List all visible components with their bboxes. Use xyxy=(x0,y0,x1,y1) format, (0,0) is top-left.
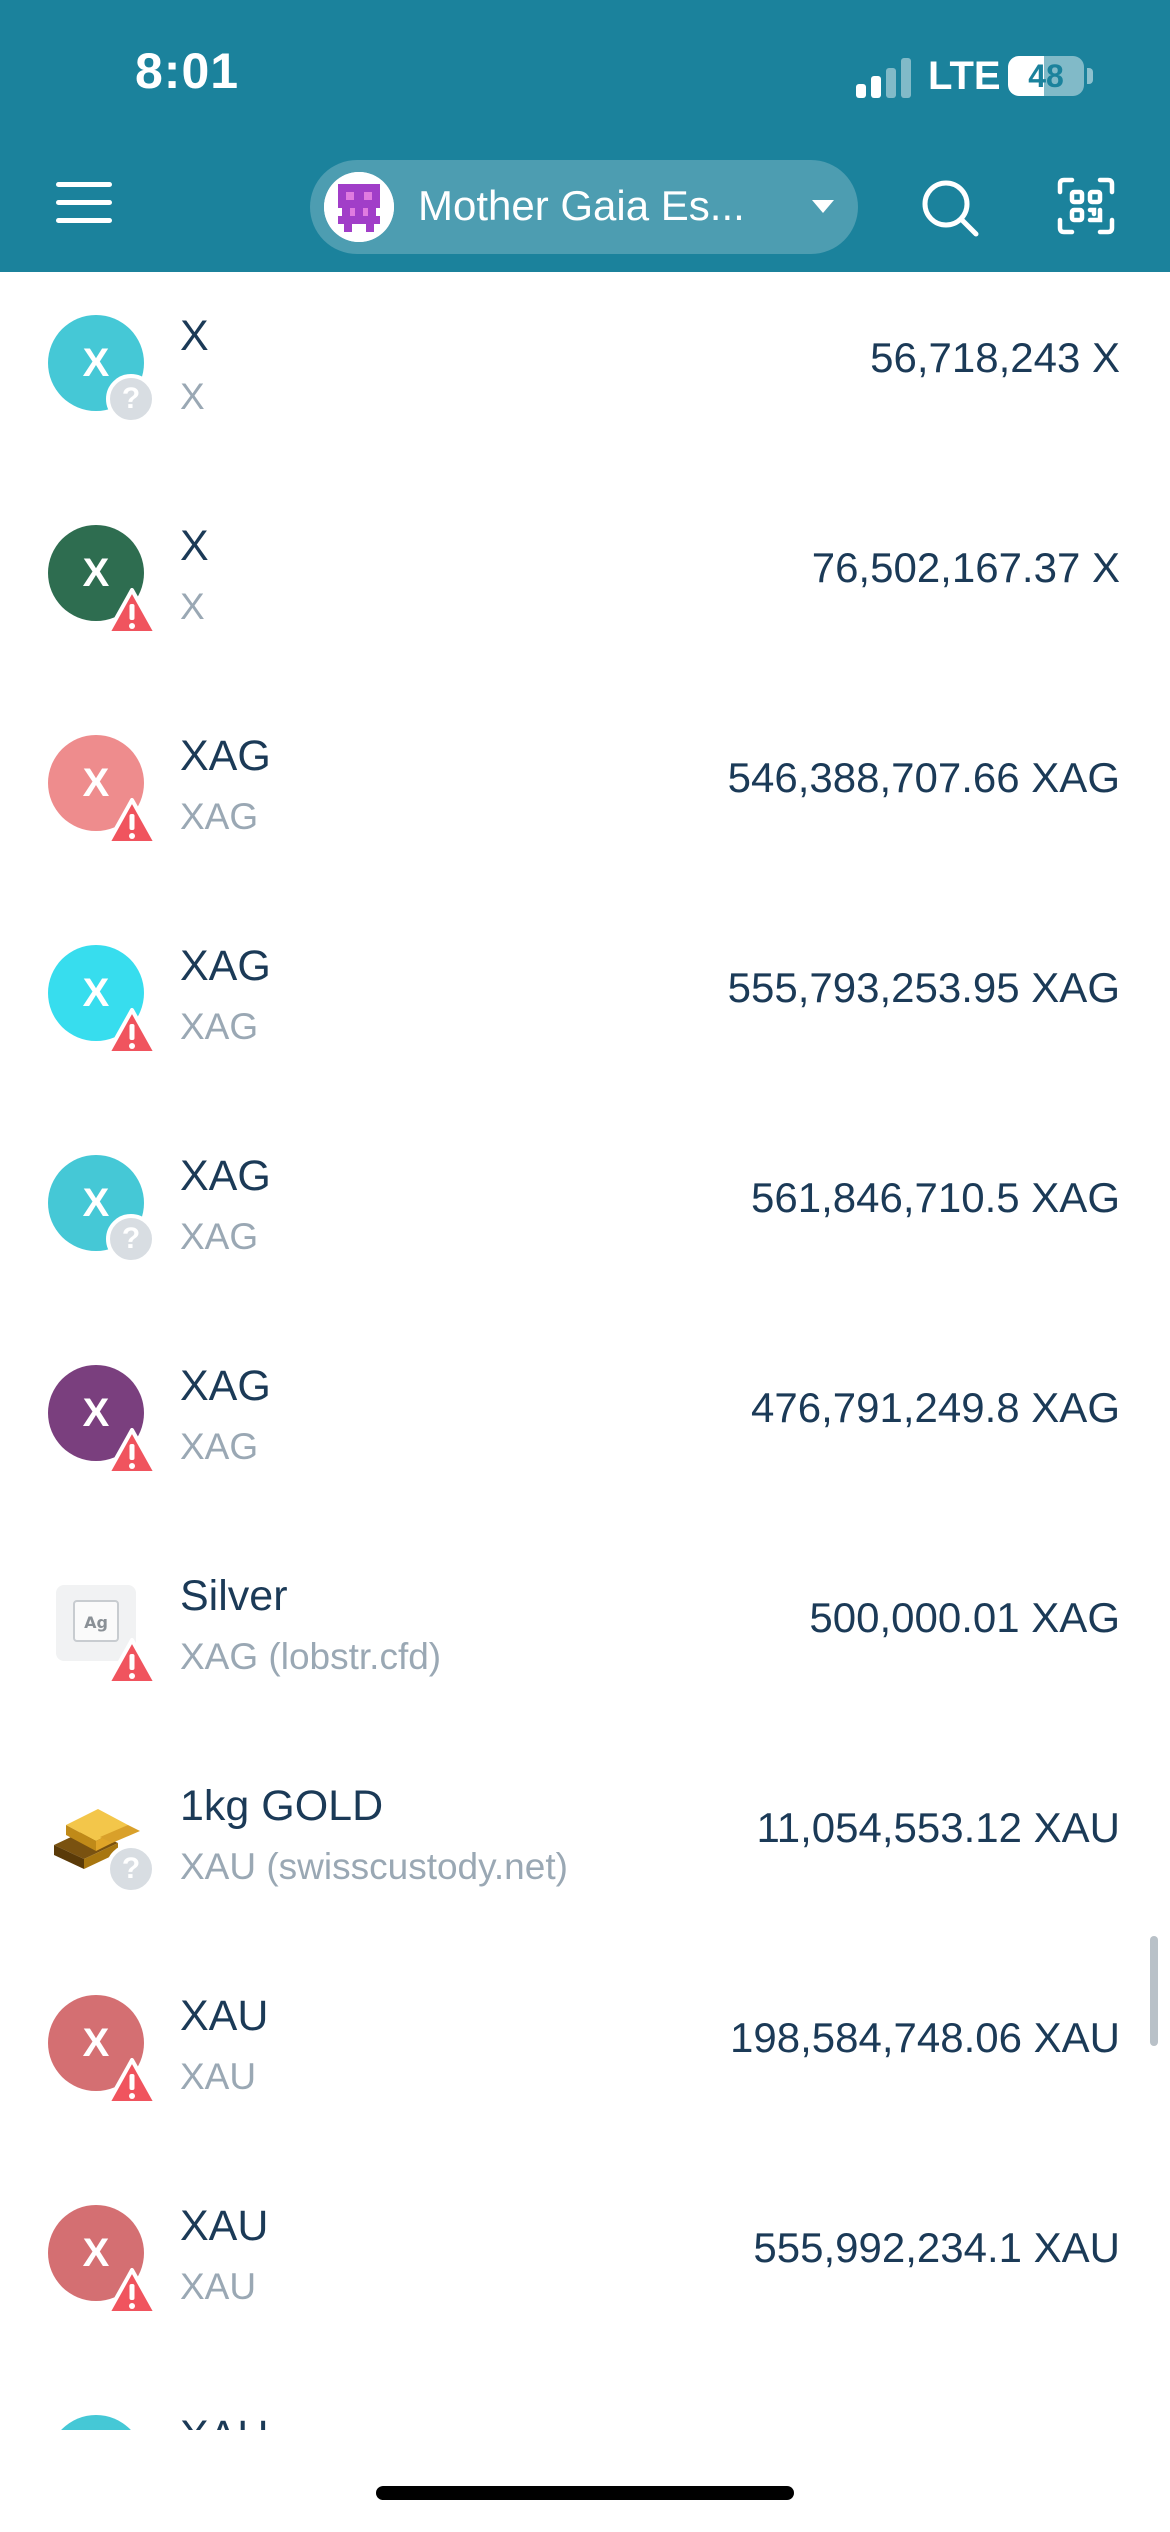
asset-balance: 546,388,707.66 XAG xyxy=(727,754,1120,801)
warning-icon xyxy=(106,2058,158,2106)
asset-icon xyxy=(48,2415,144,2430)
asset-balance: 76,502,167.37 X xyxy=(811,544,1120,591)
asset-code: XAG xyxy=(180,1006,259,1047)
asset-name: XAG xyxy=(180,1152,271,1200)
asset-code: XAG (lobstr.cfd) xyxy=(180,1636,442,1677)
warning-icon xyxy=(106,798,158,846)
battery-level: 48 xyxy=(1028,58,1064,94)
asset-name: Silver xyxy=(180,1572,288,1620)
asset-code: XAG xyxy=(180,1426,259,1467)
asset-code: XAU xyxy=(180,2056,257,2097)
menu-icon[interactable] xyxy=(56,178,112,226)
asset-row[interactable]: X XAU XAU 555,992,234.1 XAU xyxy=(0,2162,1170,2372)
asset-name: XAU xyxy=(180,2202,269,2250)
asset-name: X xyxy=(180,312,209,360)
asset-name: XAG xyxy=(180,1362,271,1410)
account-name: Mother Gaia Es... xyxy=(418,182,745,229)
asset-balance: 56,718,243 X xyxy=(870,334,1120,381)
status-bar: 8:01 LTE 48 xyxy=(0,0,1170,150)
account-switcher[interactable]: Mother Gaia Es... xyxy=(310,160,858,254)
asset-row[interactable]: X? X X 56,718,243 X xyxy=(0,272,1170,482)
asset-code: XAU xyxy=(180,2266,257,2307)
asset-name: X xyxy=(180,522,209,570)
asset-name: XAU xyxy=(180,2412,268,2430)
warning-icon xyxy=(106,588,158,636)
battery-cap xyxy=(1087,68,1093,84)
asset-balance: 555,992,234.1 XAU xyxy=(753,2224,1120,2271)
asset-balance: 11,054,553.12 XAU xyxy=(756,1804,1120,1851)
asset-balance: 476,791,249.8 XAG xyxy=(751,1384,1120,1431)
warning-icon xyxy=(106,1638,158,1686)
network-type: LTE xyxy=(928,54,1001,98)
svg-text:Ag: Ag xyxy=(84,1613,108,1632)
question-icon: ? xyxy=(106,374,156,424)
asset-code: XAU (swisscustody.net) xyxy=(180,1846,568,1887)
warning-icon xyxy=(106,1008,158,1056)
asset-balance: 561,846,710.5 XAG xyxy=(751,1174,1120,1221)
status-time: 8:01 xyxy=(135,43,240,99)
asset-code: XAG xyxy=(180,1216,259,1257)
asset-name: XAG xyxy=(180,942,271,990)
question-icon: ? xyxy=(106,1844,156,1894)
warning-icon xyxy=(106,2268,158,2316)
question-icon: ? xyxy=(106,1214,156,1264)
asset-row[interactable]: ? 1kg GOLD XAU (swisscustody.net) 11,054,55… xyxy=(0,1742,1170,1952)
warning-icon xyxy=(106,1428,158,1476)
home-indicator[interactable] xyxy=(376,2486,794,2500)
asset-name: 1kg GOLD xyxy=(180,1782,384,1830)
asset-row[interactable]: Ag Silver XAG (lobstr.cfd) 500,000.01 XAG xyxy=(0,1532,1170,1742)
asset-code: X xyxy=(180,376,205,417)
asset-balance: 500,000.01 XAG xyxy=(809,1594,1120,1641)
asset-list: X? X X 56,718,243 X X X X 76,502,167.37 X X XAG XA… xyxy=(0,272,1170,2430)
asset-name: XAG xyxy=(180,732,271,780)
qr-scan-icon[interactable] xyxy=(1056,176,1116,236)
app-header: 8:01 LTE 48 Mother Gaia Es... xyxy=(0,0,1170,272)
asset-balance: 198,584,748.06 XAU xyxy=(730,2014,1120,2061)
asset-row[interactable]: X? XAG XAG 561,846,710.5 XAG xyxy=(0,1112,1170,1322)
asset-code: XAG xyxy=(180,796,259,837)
asset-name: XAU xyxy=(180,1992,269,2040)
asset-row[interactable]: X XAG XAG 546,388,707.66 XAG xyxy=(0,692,1170,902)
asset-row[interactable]: X XAG XAG 555,793,253.95 XAG xyxy=(0,902,1170,1112)
asset-row[interactable]: XAU xyxy=(0,2372,1170,2430)
chevron-down-icon xyxy=(812,200,834,213)
scrollbar[interactable] xyxy=(1150,1936,1158,2046)
search-icon[interactable] xyxy=(920,178,980,238)
asset-row[interactable]: X X X 76,502,167.37 X xyxy=(0,482,1170,692)
asset-row[interactable]: X XAG XAG 476,791,249.8 XAG xyxy=(0,1322,1170,1532)
asset-row[interactable]: X XAU XAU 198,584,748.06 XAU xyxy=(0,1952,1170,2162)
asset-balance: 555,793,253.95 XAG xyxy=(727,964,1120,1011)
battery-icon: 48 xyxy=(1008,56,1084,96)
cellular-signal-icon xyxy=(856,58,912,98)
account-avatar xyxy=(324,172,394,242)
asset-code: X xyxy=(180,586,205,627)
